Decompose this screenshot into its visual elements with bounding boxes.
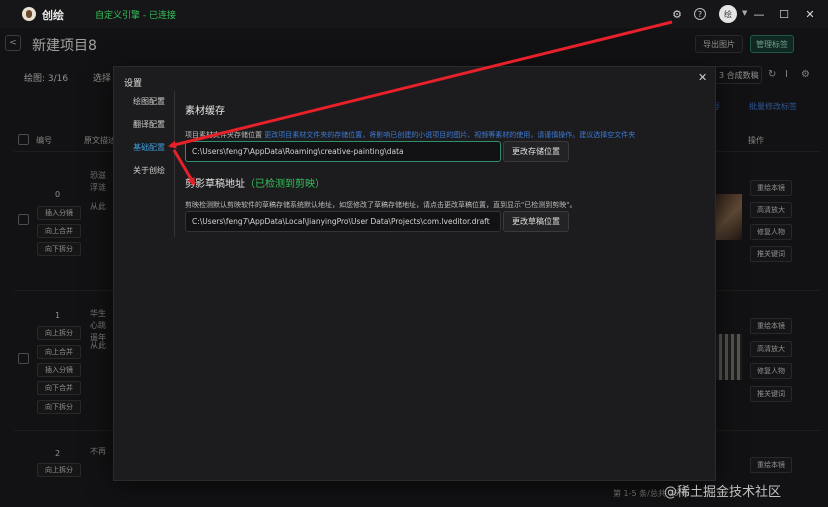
close-window-button[interactable]: ✕ [800, 4, 820, 24]
jianying-title-label: 剪影草稿地址 [185, 179, 245, 190]
menu-translate-config[interactable]: 翻译配置 [133, 119, 165, 130]
material-path-input[interactable]: C:\Users\feng7\AppData\Roaming\creative-… [185, 141, 501, 162]
menu-divider [174, 91, 175, 237]
settings-gear-icon[interactable]: ⚙ [669, 6, 685, 22]
dialog-title: 设置 [124, 79, 143, 89]
jianying-description: 剪映检测默认剪映软件的草稿存储系统默认地址，如您修改了草稿存储地址，请点击更改草… [185, 201, 577, 209]
material-cache-title: 素材缓存 [185, 106, 225, 117]
engine-status: 自定义引擎 - 已连接 [95, 11, 176, 21]
app-logo-icon [22, 7, 36, 21]
title-bar: 创绘 自定义引擎 - 已连接 ⚙ ? 绘 ▼ — ☐ ✕ [0, 0, 828, 28]
jianying-title: 剪影草稿地址（已检测到剪映） [185, 175, 325, 190]
menu-draw-config[interactable]: 绘图配置 [133, 96, 165, 107]
watermark: @稀土掘金技术社区 [664, 485, 782, 500]
settings-dialog: 设置 ✕ 绘图配置 翻译配置 基础配置 关于创绘 素材缓存 项目素材文件夹存储位… [113, 66, 716, 481]
material-desc-hint: 更改项目素材文件夹的存储位置，将影响已创建的小说项目的图片、视频等素材的使用，请… [264, 131, 636, 139]
material-description: 项目素材文件夹存储位置 更改项目素材文件夹的存储位置，将影响已创建的小说项目的图… [185, 130, 635, 140]
jianying-path-input[interactable]: C:\Users\feng7\AppData\Local\JianyingPro… [185, 211, 501, 232]
jianying-detected-status: （已检测到剪映） [245, 179, 325, 190]
menu-basic-config[interactable]: 基础配置 [133, 142, 165, 153]
app-window: 创绘 自定义引擎 - 已连接 ⚙ ? 绘 ▼ — ☐ ✕ < 新建项目8 导出图… [0, 0, 828, 507]
chevron-down-icon[interactable]: ▼ [742, 9, 747, 17]
menu-about[interactable]: 关于创绘 [133, 165, 165, 176]
close-icon[interactable]: ✕ [698, 71, 707, 84]
avatar[interactable]: 绘 [719, 5, 737, 23]
minimize-button[interactable]: — [749, 4, 769, 24]
change-storage-button[interactable]: 更改存储位置 [503, 141, 569, 162]
maximize-button[interactable]: ☐ [774, 4, 794, 24]
help-icon[interactable]: ? [694, 8, 706, 20]
app-name: 创绘 [42, 9, 64, 22]
change-draft-button[interactable]: 更改草稿位置 [503, 211, 569, 232]
material-desc-label: 项目素材文件夹存储位置 [185, 131, 262, 139]
